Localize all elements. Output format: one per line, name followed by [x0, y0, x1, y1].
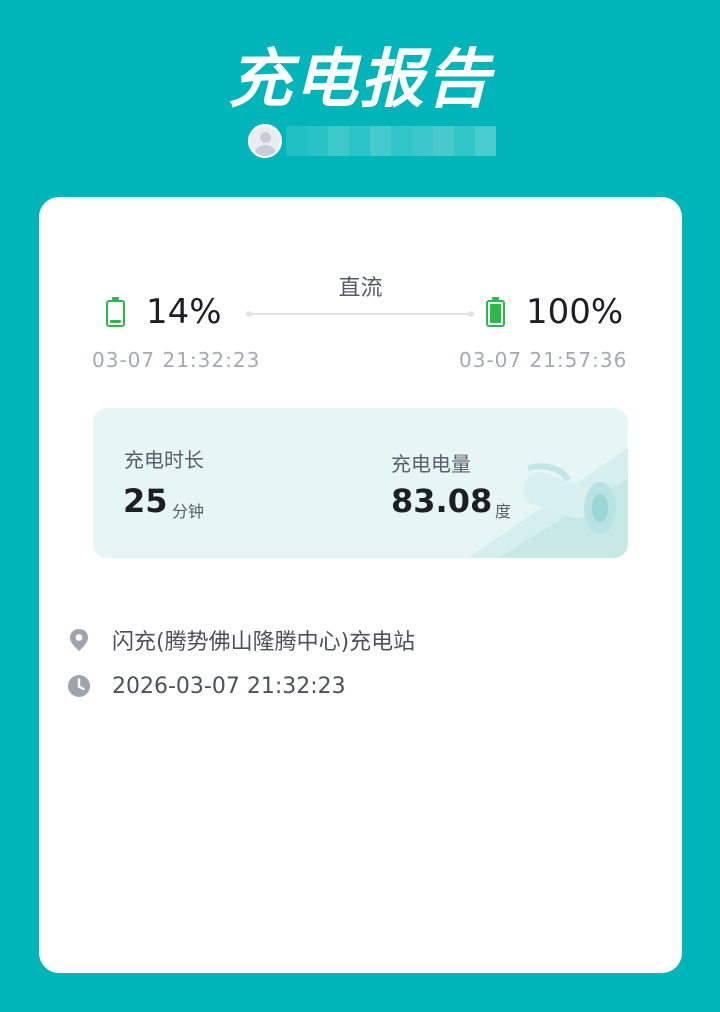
charge-datetime: 2026-03-07 21:32:23 [112, 673, 346, 699]
username-obscured [286, 126, 496, 156]
energy-label: 充电电量 [391, 452, 471, 476]
duration-label: 充电时长 [124, 448, 204, 472]
charge-stats-panel: 充电时长 25 分钟 充电电量 83.08 度 [93, 408, 628, 558]
battery-full-icon [486, 297, 505, 327]
user-info [248, 124, 496, 158]
location-pin-icon [70, 629, 88, 651]
datetime-row: 2026-03-07 21:32:23 [66, 673, 346, 699]
charge-progress-line [246, 311, 474, 317]
start-time: 03-07 21:32:23 [92, 348, 261, 372]
start-percent: 14% [146, 292, 222, 332]
end-time: 03-07 21:57:36 [459, 348, 628, 372]
clock-icon [68, 675, 90, 697]
default-avatar-icon [248, 124, 282, 158]
page-title: 充电报告 [228, 43, 492, 117]
end-percent: 100% [526, 292, 624, 332]
battery-low-icon [106, 297, 125, 327]
station-row: 闪充(腾势佛山隆腾中心)充电站 [66, 624, 415, 656]
duration-unit: 分钟 [172, 502, 205, 521]
station-name: 闪充(腾势佛山隆腾中心)充电站 [112, 630, 416, 655]
duration-value: 25 [123, 482, 168, 520]
energy-value: 83.08 [391, 482, 493, 520]
energy-unit: 度 [495, 502, 512, 521]
